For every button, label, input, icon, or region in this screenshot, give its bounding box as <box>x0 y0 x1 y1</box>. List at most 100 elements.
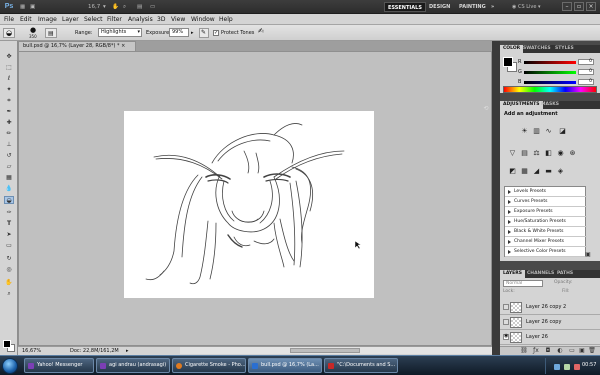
blue-value[interactable]: 0 <box>578 79 594 85</box>
tab-layers[interactable]: LAYERS <box>500 270 525 278</box>
layer-row[interactable]: Layer 26 copy 2 <box>500 300 600 315</box>
tab-channels[interactable]: CHANNELS <box>524 270 557 278</box>
workspace-essentials[interactable]: ESSENTIALS <box>384 2 426 12</box>
gradient-map-icon[interactable]: ▬ <box>544 167 553 176</box>
history-panel-icon[interactable]: ⟲ <box>482 105 490 113</box>
zoom-dropdown-icon[interactable]: ▾ <box>103 3 106 11</box>
volume-icon[interactable] <box>564 364 570 370</box>
menu-analysis[interactable]: Analysis <box>128 16 153 23</box>
crop-tool-icon[interactable]: ⌗ <box>4 97 14 105</box>
zoom-level[interactable]: 16,7 <box>88 3 100 11</box>
taskbar-clock[interactable]: 00:57 <box>582 362 596 369</box>
green-value[interactable]: 0 <box>578 69 594 75</box>
range-select[interactable]: Highlights ▾ <box>98 28 142 37</box>
black-white-icon[interactable]: ◧ <box>544 149 553 158</box>
hand-tool-icon[interactable]: ✋ <box>112 3 119 11</box>
taskbar-item[interactable]: agi andrau (andrasagi) <box>96 358 170 373</box>
preset-exposure[interactable]: Exposure Presets <box>505 207 587 217</box>
zoom-tool-icon[interactable]: ⌕ <box>4 290 14 298</box>
red-slider[interactable] <box>524 61 576 64</box>
blue-slider[interactable] <box>524 81 576 84</box>
brush-tool-icon[interactable]: ✏ <box>4 130 14 138</box>
3d-rotate-tool-icon[interactable]: ↻ <box>4 255 14 263</box>
menu-filter[interactable]: Filter <box>107 16 122 23</box>
workspace-more[interactable]: » <box>488 2 497 12</box>
layer-name[interactable]: Layer 26 copy <box>526 319 561 325</box>
curves-icon[interactable]: ∿ <box>544 127 553 136</box>
channel-mixer-icon[interactable]: ⊛ <box>568 149 577 158</box>
horizontal-scroll-thumb[interactable] <box>290 348 360 353</box>
layer-visibility-toggle[interactable]: ◉ <box>503 333 509 340</box>
new-group-icon[interactable]: ▭ <box>568 347 576 355</box>
network-icon[interactable] <box>554 364 560 370</box>
lasso-tool-icon[interactable]: ℓ <box>4 75 14 83</box>
workspace-painting[interactable]: PAINTING <box>456 2 489 12</box>
tab-adjustments[interactable]: ADJUSTMENTS <box>500 101 543 109</box>
dodge-tool-icon[interactable]: ◒ <box>4 196 14 204</box>
exposure-icon[interactable]: ◪ <box>558 127 567 136</box>
layer-visibility-toggle[interactable] <box>503 319 509 325</box>
green-slider[interactable] <box>524 71 576 74</box>
tool-preset-picker[interactable]: ◒ <box>3 28 15 38</box>
workspace-design[interactable]: DESIGN <box>426 2 453 12</box>
invert-icon[interactable]: ◩ <box>508 167 517 176</box>
menu-3d[interactable]: 3D <box>157 16 165 23</box>
tablet-pressure-icon[interactable]: ✍ <box>258 28 264 35</box>
vibrance-icon[interactable]: ▽ <box>508 149 517 158</box>
protect-tones-checkbox[interactable]: ✓ <box>213 30 219 36</box>
bridge-icon[interactable]: ▦ <box>20 3 25 11</box>
blend-mode-select[interactable]: Normal <box>503 280 543 287</box>
threshold-icon[interactable]: ◢ <box>532 167 541 176</box>
color-panel-foreground-swatch[interactable] <box>503 57 513 67</box>
menu-file[interactable]: File <box>4 16 14 23</box>
preset-black-white[interactable]: Black & White Presets <box>505 227 587 237</box>
status-zoom[interactable]: 16,67% <box>22 348 41 355</box>
layer-name[interactable]: Layer 26 <box>526 334 548 340</box>
close-window-button[interactable]: × <box>586 2 596 11</box>
layer-name[interactable]: Layer 26 copy 2 <box>526 304 566 310</box>
gradient-tool-icon[interactable]: ▦ <box>4 174 14 182</box>
hue-saturation-icon[interactable]: ▤ <box>520 149 529 158</box>
menu-select[interactable]: Select <box>84 16 103 23</box>
red-value[interactable]: 0 <box>578 59 594 65</box>
path-selection-tool-icon[interactable]: ➤ <box>4 231 14 239</box>
minimize-button[interactable]: – <box>562 2 572 11</box>
tab-swatches[interactable]: SWATCHES <box>520 45 554 53</box>
layer-row[interactable]: ◉ Layer 26 <box>500 330 600 345</box>
zoom-tool-icon[interactable]: ⌕ <box>123 3 126 11</box>
close-document-icon[interactable]: × <box>121 43 125 49</box>
delete-layer-icon[interactable]: 🗑 <box>588 347 596 355</box>
menu-help[interactable]: Help <box>219 16 233 23</box>
panel-footer-icon[interactable]: ▣ <box>584 251 592 259</box>
add-mask-icon[interactable]: ◘ <box>544 347 552 355</box>
tab-paths[interactable]: PATHS <box>554 270 576 278</box>
quick-select-tool-icon[interactable]: ✦ <box>4 86 14 94</box>
menu-edit[interactable]: Edit <box>20 16 32 23</box>
new-adjustment-layer-icon[interactable]: ◐ <box>556 347 564 355</box>
layer-row[interactable]: Layer 26 copy <box>500 315 600 330</box>
preset-channel-mixer[interactable]: Channel Mixer Presets <box>505 237 587 247</box>
exposure-slider-icon[interactable]: ▸ <box>191 30 194 36</box>
brush-preview-icon[interactable]: ● <box>30 27 36 34</box>
selective-color-icon[interactable]: ◈ <box>556 167 565 176</box>
taskbar-item[interactable]: Yahoo! Messenger <box>24 358 94 373</box>
hand-tool-icon[interactable]: ✋ <box>4 279 14 287</box>
new-layer-icon[interactable]: ▣ <box>578 347 586 355</box>
tab-styles[interactable]: STYLES <box>552 45 577 53</box>
mini-bridge-icon[interactable]: ▣ <box>30 3 35 11</box>
history-brush-tool-icon[interactable]: ↺ <box>4 152 14 160</box>
preset-levels[interactable]: Levels Presets <box>505 187 587 197</box>
image-canvas[interactable] <box>124 111 374 298</box>
type-tool-icon[interactable]: T <box>4 220 14 228</box>
blur-tool-icon[interactable]: 💧 <box>4 185 14 193</box>
color-balance-icon[interactable]: ⚖ <box>532 149 541 158</box>
move-tool-icon[interactable]: ✥ <box>4 53 14 61</box>
menu-view[interactable]: View <box>171 16 185 23</box>
start-button[interactable] <box>2 358 18 374</box>
menu-layer[interactable]: Layer <box>62 16 79 23</box>
preset-hue-saturation[interactable]: Hue/Saturation Presets <box>505 217 587 227</box>
brush-panel-toggle[interactable]: ▤ <box>45 28 57 38</box>
posterize-icon[interactable]: ▦ <box>520 167 529 176</box>
document-canvas-area[interactable] <box>18 51 492 346</box>
status-menu-arrow-icon[interactable]: ▸ <box>126 348 129 355</box>
